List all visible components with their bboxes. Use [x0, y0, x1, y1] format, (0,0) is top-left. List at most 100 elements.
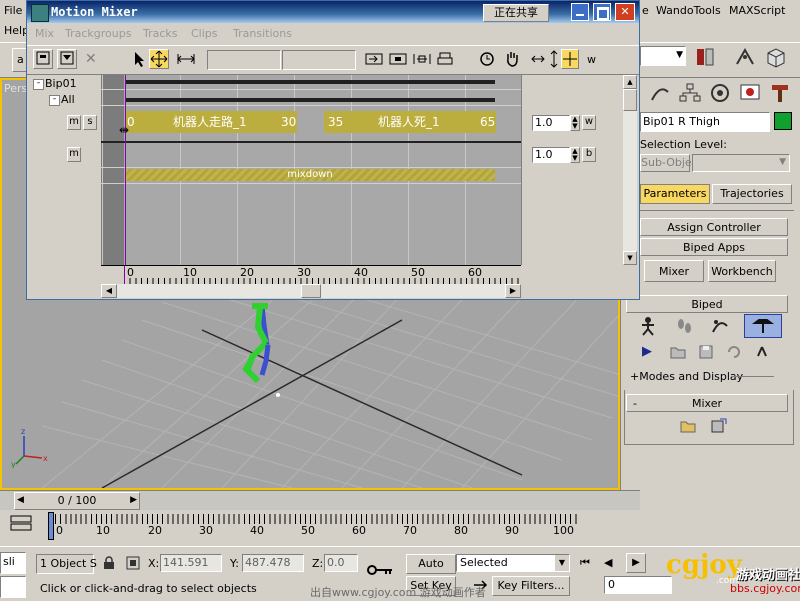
maxscript-listener[interactable]: sli	[0, 552, 26, 574]
clip-walk[interactable]: 0 机器人走路_1 30	[125, 111, 297, 133]
scroll-left-button[interactable]: ◀	[101, 284, 117, 298]
scroll-down-button[interactable]: ▼	[623, 251, 637, 265]
sub-object-button[interactable]: Sub-Object	[640, 154, 702, 172]
auto-key-button[interactable]: Auto Key	[406, 554, 456, 587]
mute-button-track1[interactable]: m	[67, 115, 81, 130]
expand-toggle-all[interactable]: -	[49, 95, 60, 106]
mixer-filter-icon[interactable]	[57, 49, 77, 69]
mixer-track-area[interactable]: 0 机器人走路_1 30 35 机器人死_1 65 mixdown ⇹	[101, 75, 521, 265]
menu-trackgroups[interactable]: Trackgroups	[65, 27, 131, 40]
x-coordinate-field[interactable]: 141.591	[160, 554, 222, 572]
sub-object-dropdown[interactable]: ▼	[692, 154, 790, 172]
menu-transitions[interactable]: Transitions	[233, 27, 292, 40]
zoom-vertical-icon[interactable]	[549, 50, 559, 71]
balance-button-track2[interactable]: b	[582, 147, 596, 162]
save-file-icon[interactable]	[698, 344, 714, 363]
biped-apps-rollout[interactable]: Biped Apps	[640, 238, 788, 256]
weight-curve-button-track1[interactable]: w	[582, 115, 596, 130]
move-clip-icon[interactable]	[149, 49, 169, 69]
utilities-tab-icon[interactable]	[738, 82, 762, 104]
biped-figure[interactable]	[222, 295, 302, 400]
set-key-key-icon[interactable]	[366, 562, 394, 581]
assign-controller-rollout[interactable]: Assign Controller	[640, 218, 788, 236]
curve-editor-icon[interactable]	[10, 514, 32, 535]
mixer-group-icon[interactable]	[33, 49, 53, 69]
trackbar-cursor[interactable]	[48, 512, 54, 540]
menu-file[interactable]: File	[4, 4, 22, 17]
hammer-tab-icon[interactable]	[768, 82, 792, 104]
box-create-icon[interactable]	[764, 46, 788, 68]
tab-trajectories[interactable]: Trajectories	[712, 184, 792, 204]
pan-hand-icon[interactable]	[503, 50, 521, 71]
tab-parameters[interactable]: Parameters	[640, 184, 710, 204]
absolute-mode-icon[interactable]	[126, 556, 140, 573]
mixer-button[interactable]: Mixer	[644, 260, 704, 282]
mixer-mode-icon[interactable]	[744, 314, 782, 338]
scroll-thumb[interactable]	[301, 284, 321, 298]
menu-clips[interactable]: Clips	[191, 27, 218, 40]
mixer-field-1[interactable]	[207, 50, 281, 70]
close-button[interactable]: ✕	[615, 3, 635, 21]
trackbar[interactable]: 0 10 20 30 40 50 60 70 80 90 100	[0, 510, 640, 546]
weight-field-track2[interactable]: 1.0	[532, 147, 570, 163]
mixer-titlebar[interactable]: Motion Mixer 正在共享 ✕	[27, 1, 639, 23]
select-arrow-icon[interactable]	[131, 50, 147, 71]
mirror-icon[interactable]	[694, 46, 716, 68]
modes-display-rollout[interactable]: +Modes and Display	[630, 370, 743, 383]
mute-button-track2[interactable]: m	[67, 147, 81, 162]
object-name-field[interactable]: Bip01 R Thigh	[640, 112, 770, 132]
open-file-icon[interactable]	[670, 344, 686, 363]
footstep-mode-icon[interactable]	[674, 316, 694, 336]
fit-range-icon[interactable]	[413, 52, 431, 69]
play-biped-icon[interactable]: ▶	[642, 344, 652, 359]
prev-key-icon[interactable]: ◀	[604, 556, 612, 569]
figure-mode-icon[interactable]	[638, 316, 658, 336]
align-icon[interactable]	[734, 46, 756, 68]
mixer-time-ruler[interactable]: 0 10 20 30 40 50 60	[101, 265, 521, 284]
zoom-extents-icon[interactable]	[561, 49, 579, 69]
motion-tab-icon[interactable]	[678, 82, 702, 104]
y-coordinate-field[interactable]: 487.478	[242, 554, 304, 572]
scale-clip-icon[interactable]	[177, 52, 195, 69]
mixer-horizontal-scrollbar[interactable]: ◀ ▶	[101, 284, 521, 298]
menu-wandotools[interactable]: WandoTools	[656, 4, 721, 17]
current-frame-field[interactable]: 0	[604, 576, 672, 594]
weight-field-track1[interactable]: 1.0	[532, 115, 570, 131]
workbench-button[interactable]: Workbench	[708, 260, 776, 282]
clip-death[interactable]: 35 机器人死_1 65	[324, 111, 496, 133]
biped-rollout[interactable]: Biped	[626, 295, 788, 313]
biped-range-bar[interactable]	[125, 80, 495, 84]
time-slider-track[interactable]: ◀ 0 / 100 ▶	[0, 490, 640, 511]
tree-all[interactable]: All	[61, 93, 75, 106]
mixer-vertical-scrollbar[interactable]: ▲ ▼	[623, 75, 637, 265]
hierarchy-tab-icon[interactable]	[648, 82, 672, 104]
weight-spinner-track1[interactable]: ▲ ▼	[570, 115, 580, 131]
z-coordinate-field[interactable]: 0.0	[324, 554, 358, 572]
object-color-swatch[interactable]	[774, 112, 792, 130]
maximize-button[interactable]	[593, 3, 611, 21]
expand-toggle-bip[interactable]: -	[33, 79, 44, 90]
sharing-button[interactable]: 正在共享	[483, 4, 549, 22]
set-frame-icon[interactable]	[389, 52, 407, 69]
tree-bip01[interactable]: Bip01	[45, 77, 77, 90]
time-slider-thumb[interactable]: ◀ 0 / 100 ▶	[14, 492, 140, 510]
menu-mix[interactable]: Mix	[35, 27, 54, 40]
time-cursor[interactable]	[125, 75, 126, 265]
menu-fragment[interactable]: e	[642, 4, 649, 17]
solo-button-track1[interactable]: s	[83, 115, 97, 130]
play-button[interactable]: ▶	[626, 553, 646, 573]
named-selection-dropdown[interactable]: ▼	[640, 46, 686, 66]
weight-spinner-track2[interactable]: ▲ ▼	[570, 147, 580, 163]
mixer-field-2[interactable]	[282, 50, 356, 70]
key-set-dropdown[interactable]: Selected ▼	[456, 554, 570, 572]
go-to-start-icon[interactable]: ⏮	[580, 556, 590, 570]
scroll-right-button[interactable]: ▶	[505, 284, 521, 298]
group-range-bar[interactable]	[125, 98, 495, 102]
maxscript-mini-field[interactable]	[0, 576, 26, 598]
scroll-thumb[interactable]	[623, 89, 637, 111]
set-range-icon[interactable]	[365, 52, 383, 69]
print-icon[interactable]	[437, 51, 453, 70]
display-tab-icon[interactable]	[708, 82, 732, 104]
mixdown-bar[interactable]: mixdown	[125, 169, 495, 181]
delete-icon[interactable]: ✕	[85, 51, 97, 67]
